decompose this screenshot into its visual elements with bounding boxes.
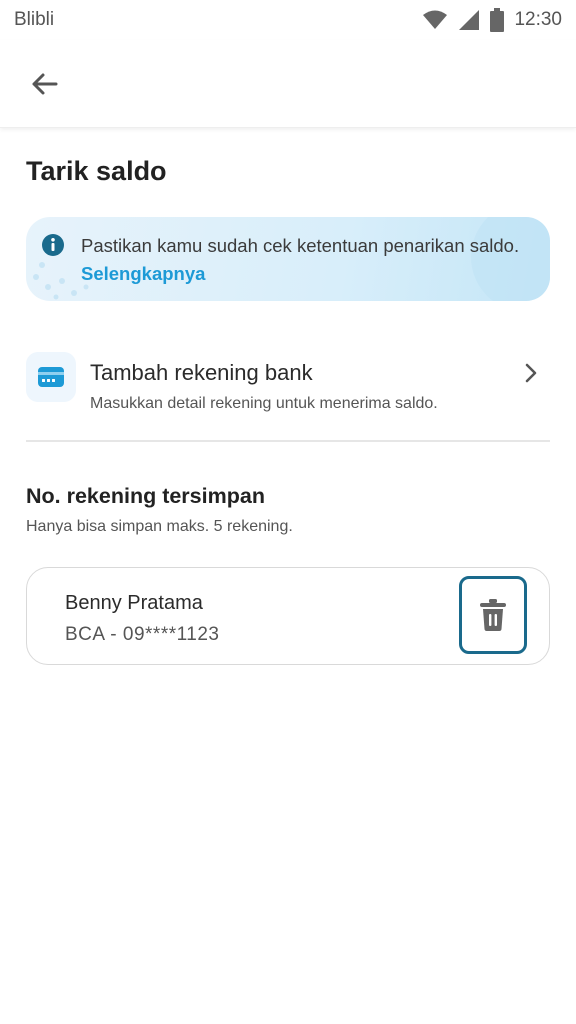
cell-signal-icon	[459, 10, 480, 30]
chevron-right-icon	[525, 363, 537, 383]
wifi-icon	[423, 10, 448, 29]
info-message: Pastikan kamu sudah cek ketentuan penari…	[81, 235, 520, 256]
trash-icon	[480, 599, 506, 631]
page-title: Tarik saldo	[26, 156, 167, 186]
delete-account-button[interactable]	[459, 576, 527, 654]
section-divider	[26, 440, 550, 442]
info-banner: Pastikan kamu sudah cek ketentuan penari…	[26, 217, 550, 301]
back-button[interactable]	[22, 62, 66, 106]
info-text: Pastikan kamu sudah cek ketentuan penari…	[81, 232, 541, 288]
add-bank-title: Tambah rekening bank	[90, 360, 313, 385]
arrow-left-icon	[32, 73, 58, 95]
status-time: 12:30	[514, 9, 562, 30]
info-icon	[42, 234, 64, 256]
saved-accounts-title: No. rekening tersimpan	[26, 484, 265, 508]
card-icon-container	[26, 352, 76, 402]
battery-icon	[490, 8, 505, 32]
app-bar	[0, 40, 576, 128]
status-bar: Blibli 12:30	[0, 0, 576, 40]
account-number: BCA - 09****1123	[65, 624, 220, 645]
saved-accounts-subtitle: Hanya bisa simpan maks. 5 rekening.	[26, 518, 293, 535]
account-holder-name: Benny Pratama	[65, 592, 203, 614]
credit-card-icon	[38, 367, 64, 387]
saved-account-card[interactable]: Benny Pratama BCA - 09****1123	[26, 567, 550, 665]
carrier-name: Blibli	[14, 9, 55, 30]
status-icons: 12:30	[422, 8, 562, 32]
add-bank-subtitle: Masukkan detail rekening untuk menerima …	[90, 395, 438, 412]
add-bank-account-row[interactable]: Tambah rekening bank Masukkan detail rek…	[26, 350, 550, 420]
info-more-link[interactable]: Selengkapnya	[81, 263, 205, 284]
